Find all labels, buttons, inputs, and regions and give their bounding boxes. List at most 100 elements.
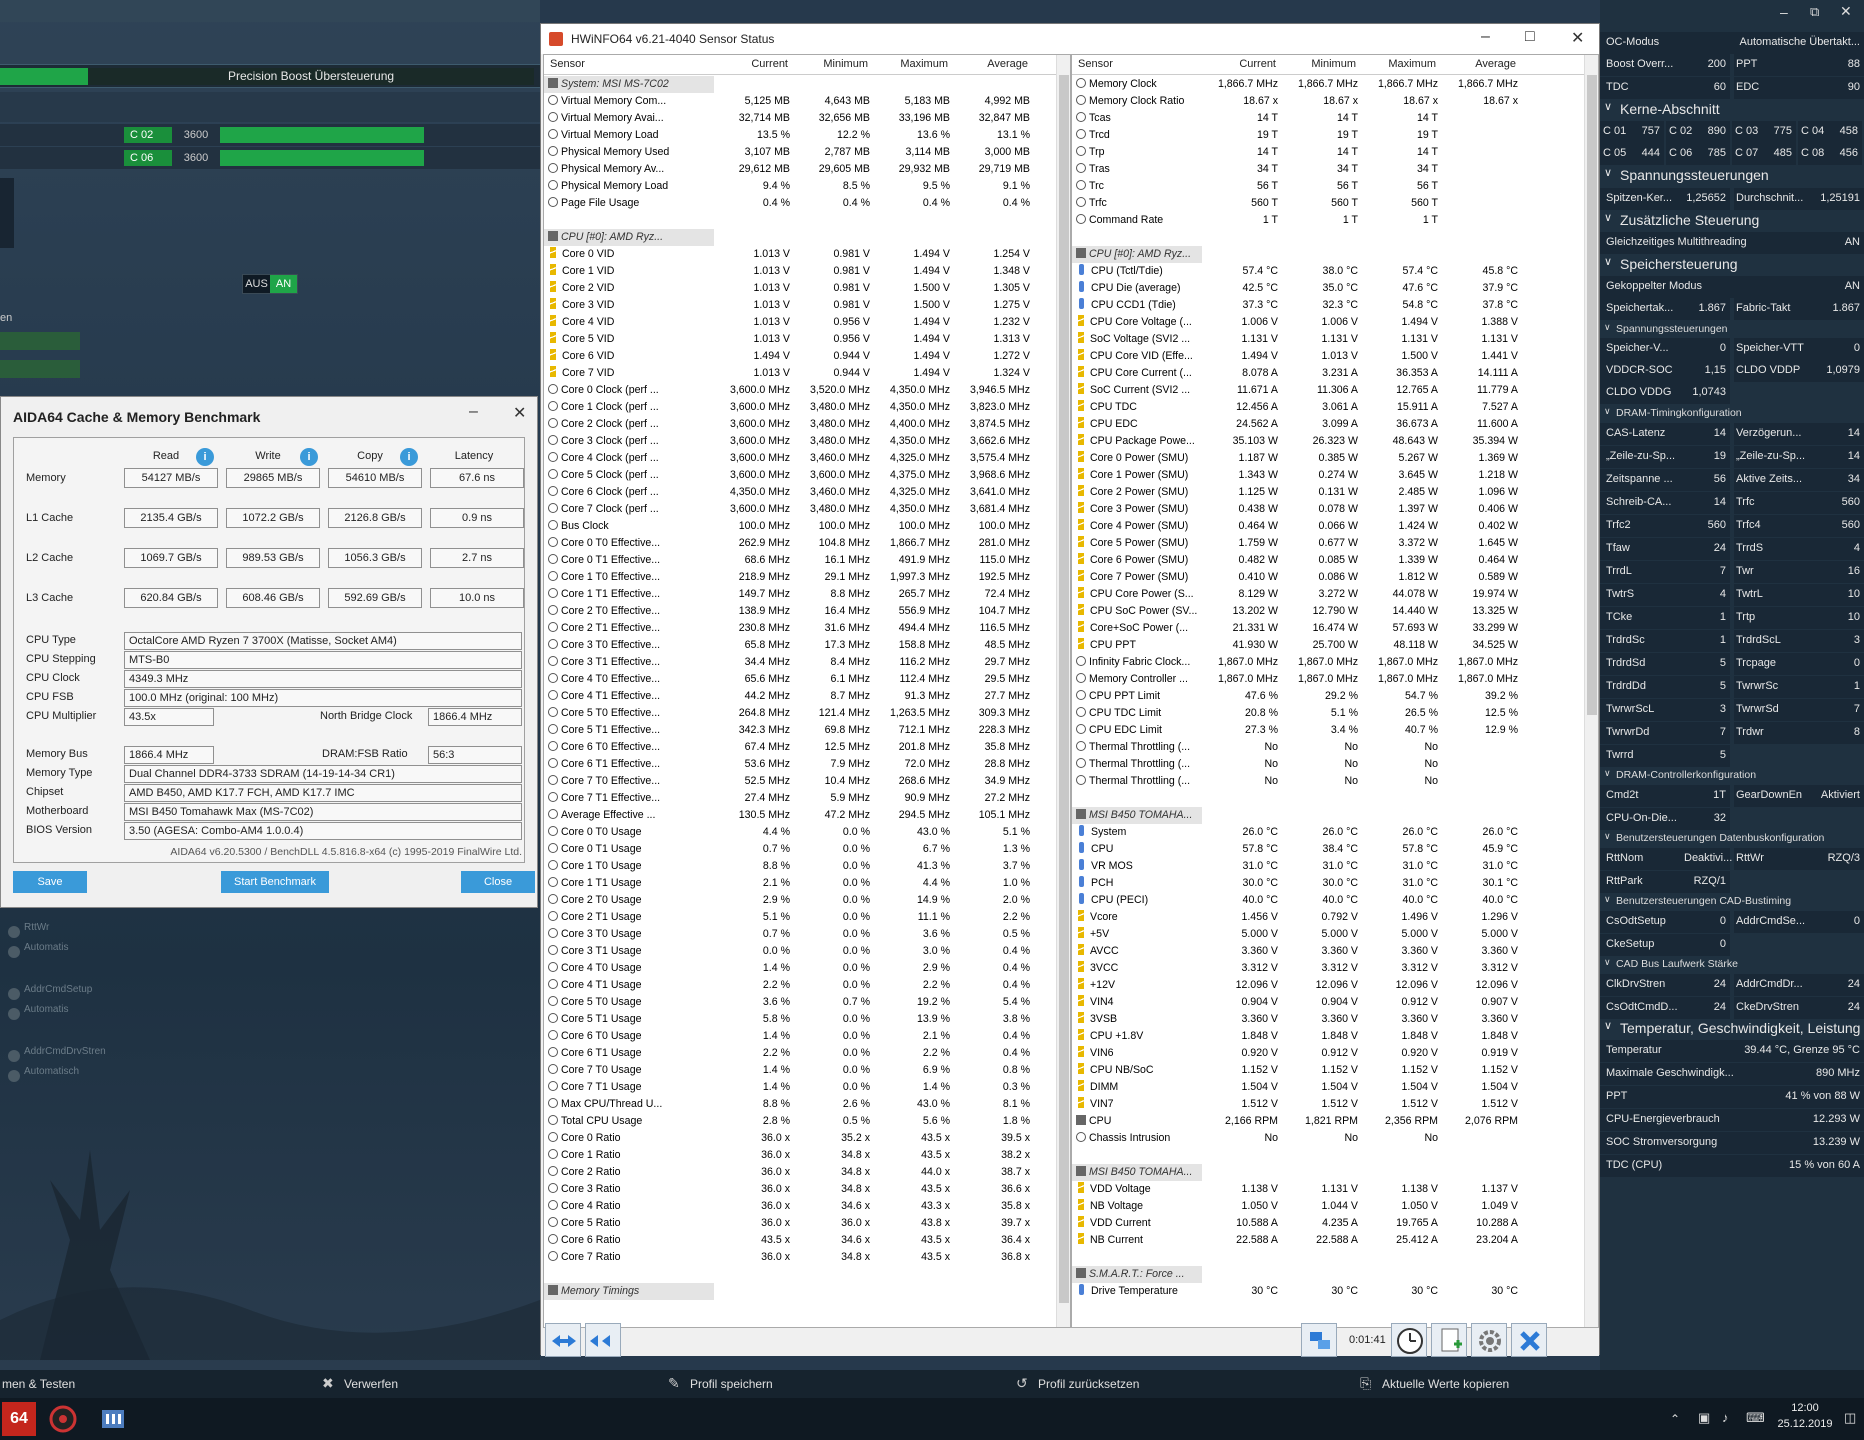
sensor-row[interactable]: Core 1 T1 Usage 2.1 % 0.0 % 4.4 % 1.0 %	[544, 875, 1034, 892]
section-header[interactable]: ∨ Temperatur, Geschwindigkeit, Leistung	[1600, 1018, 1864, 1040]
sensor-row[interactable]: Core 2 Ratio 36.0 x 34.8 x 44.0 x 38.7 x	[544, 1164, 1034, 1181]
setting-row[interactable]: CsOdtCmdD... 24	[1600, 997, 1730, 1019]
sensor-pane-left[interactable]: Sensor Current Minimum Maximum Average S…	[543, 54, 1071, 1328]
setting-row[interactable]: RttPark RZQ/1	[1600, 871, 1730, 893]
sensor-row[interactable]: Core 4 T0 Effective... 65.6 MHz 6.1 MHz 112…	[544, 671, 1034, 688]
sensor-group-header[interactable]: Memory Timings	[544, 1283, 1034, 1300]
close-icon[interactable]: ✕	[1840, 3, 1852, 20]
setting-row[interactable]: CPU-Energieverbrauch 12.293 W	[1600, 1109, 1864, 1131]
core-frequency-cell[interactable]: C 04 458	[1798, 121, 1862, 143]
sensor-row[interactable]: Core 3 T1 Effective... 34.4 MHz 8.4 MHz 116…	[544, 654, 1034, 671]
sensor-row[interactable]: Core 7 T0 Effective... 52.5 MHz 10.4 MHz 26…	[544, 773, 1034, 790]
subsection-header[interactable]: ∨ Benutzersteuerungen CAD-Bustiming	[1600, 892, 1864, 910]
sensor-row[interactable]: Core 0 T0 Effective... 262.9 MHz 104.8 MHz…	[544, 535, 1034, 552]
core-frequency-cell[interactable]: C 06 785	[1666, 143, 1730, 165]
col-minimum[interactable]: Minimum	[794, 58, 868, 70]
setting-row[interactable]: Verzögerun... 14	[1734, 423, 1864, 445]
sensor-row[interactable]: Core 6 Ratio 43.5 x 34.6 x 43.5 x 36.4 x	[544, 1232, 1034, 1249]
sensor-row[interactable]: Core 5 T0 Effective... 264.8 MHz 121.4 MHz…	[544, 705, 1034, 722]
sensor-row[interactable]: Core 6 T1 Usage 2.2 % 0.0 % 2.2 % 0.4 %	[544, 1045, 1034, 1062]
setting-row[interactable]: „Zeile-zu-Sp... 19	[1600, 446, 1730, 468]
sensor-row[interactable]: Core 7 Power (SMU) 0.410 W 0.086 W 1.812 W 0…	[1072, 569, 1522, 586]
sensor-group-header[interactable]: System: MSI MS-7C02	[544, 76, 1034, 93]
tray-network-icon[interactable]: ▣	[1698, 1410, 1710, 1426]
setting-row[interactable]: TrdrdSc 1	[1600, 630, 1730, 652]
sensor-row[interactable]: Core 4 T1 Usage 2.2 % 0.0 % 2.2 % 0.4 %	[544, 977, 1034, 994]
setting-row[interactable]: TwrwrDd 7	[1600, 722, 1730, 744]
sensor-row[interactable]: Core 0 VID 1.013 V 0.981 V 1.494 V 1.254 V	[544, 246, 1034, 263]
setting-row[interactable]: Maximale Geschwindigk... 890 MHz	[1600, 1063, 1864, 1085]
sensor-row[interactable]: Trfc 560 T 560 T 560 T	[1072, 195, 1522, 212]
sensor-group-header[interactable]: S.M.A.R.T.: Force ...	[1072, 1266, 1522, 1283]
core-row-c02[interactable]: C 02 3600	[0, 124, 540, 146]
sensor-row[interactable]: Command Rate 1 T 1 T 1 T	[1072, 212, 1522, 229]
close-icon[interactable]: ✕	[1571, 28, 1584, 48]
subsection-header[interactable]: ∨ DRAM-Timingkonfiguration	[1600, 404, 1864, 422]
sensor-row[interactable]: VDD Current 10.588 A 4.235 A 19.765 A 10.288…	[1072, 1215, 1522, 1232]
sensor-row[interactable]: Thermal Throttling (... No No No	[1072, 739, 1522, 756]
setting-row[interactable]: TwrwrSc 1	[1734, 676, 1864, 698]
setting-row[interactable]: TDC 60	[1600, 77, 1730, 99]
tray-keyboard-icon[interactable]: ⌨	[1746, 1410, 1765, 1426]
sensor-row[interactable]: Core 7 Clock (perf ... 3,600.0 MHz 3,480.0…	[544, 501, 1034, 518]
hwinfo-taskbar-icon[interactable]	[96, 1402, 130, 1436]
minimize-icon[interactable]: –	[1481, 28, 1490, 46]
subsection-header[interactable]: ∨ Spannungssteuerungen	[1600, 320, 1864, 338]
sensor-group-header[interactable]: MSI B450 TOMAHA...	[1072, 807, 1522, 824]
sensor-row[interactable]: CPU +1.8V 1.848 V 1.848 V 1.848 V 1.848 V	[1072, 1028, 1522, 1045]
sensor-row[interactable]: Tcas 14 T 14 T 14 T	[1072, 110, 1522, 127]
sensor-row[interactable]: Core 0 Clock (perf ... 3,600.0 MHz 3,520.0…	[544, 382, 1034, 399]
pbo-bar[interactable]: Precision Boost Übersteuerung	[0, 64, 540, 88]
setting-row[interactable]: Trdwr 8	[1734, 722, 1864, 744]
sensor-row[interactable]: Core 7 T0 Usage 1.4 % 0.0 % 6.9 % 0.8 %	[544, 1062, 1034, 1079]
sensor-row[interactable]: Core 3 Power (SMU) 0.438 W 0.078 W 1.397 W 0…	[1072, 501, 1522, 518]
sensor-row[interactable]: CPU Core Current (... 8.078 A 3.231 A 36.35…	[1072, 365, 1522, 382]
setting-row[interactable]: AddrCmdDr... 24	[1734, 974, 1864, 996]
sensor-row[interactable]: Core 4 Ratio 36.0 x 34.6 x 43.3 x 35.8 x	[544, 1198, 1034, 1215]
sensor-row[interactable]: Core 3 T0 Effective... 65.8 MHz 17.3 MHz 15…	[544, 637, 1034, 654]
sensor-row[interactable]: NB Voltage 1.050 V 1.044 V 1.050 V 1.049 V	[1072, 1198, 1522, 1215]
setting-row[interactable]: CkeDrvStren 24	[1734, 997, 1864, 1019]
save-button[interactable]: Save	[13, 871, 87, 893]
sensor-row[interactable]: Core 4 T1 Effective... 44.2 MHz 8.7 MHz 91.…	[544, 688, 1034, 705]
sensor-row[interactable]: Core 3 T1 Usage 0.0 % 0.0 % 3.0 % 0.4 %	[544, 943, 1034, 960]
sensor-row[interactable]: CPU CCD1 (Tdie) 37.3 °C 32.3 °C 54.8 °C 37.8…	[1072, 297, 1522, 314]
col-average[interactable]: Average	[1442, 58, 1516, 70]
sensor-row[interactable]: VIN4 0.904 V 0.904 V 0.912 V 0.907 V	[1072, 994, 1522, 1011]
aida64-taskbar-icon[interactable]: 64	[2, 1402, 36, 1436]
setting-row[interactable]: TDC (CPU) 15 % von 60 A	[1600, 1155, 1864, 1177]
setting-row[interactable]: Tfaw 24	[1600, 538, 1730, 560]
sensor-row[interactable]: Trp 14 T 14 T 14 T	[1072, 144, 1522, 161]
sensor-row[interactable]: Core 7 T1 Usage 1.4 % 0.0 % 1.4 % 0.3 %	[544, 1079, 1034, 1096]
report-icon[interactable]	[1431, 1323, 1467, 1357]
sensor-row[interactable]: DIMM 1.504 V 1.504 V 1.504 V 1.504 V	[1072, 1079, 1522, 1096]
col-maximum[interactable]: Maximum	[1362, 58, 1436, 70]
setting-row[interactable]: TrrdL 7	[1600, 561, 1730, 583]
col-sensor[interactable]: Sensor	[1078, 58, 1113, 70]
sensor-row[interactable]: CPU Die (average) 42.5 °C 35.0 °C 47.6 °C 37…	[1072, 280, 1522, 297]
sensor-row[interactable]: +5V 5.000 V 5.000 V 5.000 V 5.000 V	[1072, 926, 1522, 943]
sensor-row[interactable]: Memory Controller ... 1,867.0 MHz 1,867.0 …	[1072, 671, 1522, 688]
setting-row[interactable]: Trtp 10	[1734, 607, 1864, 629]
sensor-row[interactable]: Core 1 VID 1.013 V 0.981 V 1.494 V 1.348 V	[544, 263, 1034, 280]
sensor-row[interactable]: SoC Current (SVI2 ... 11.671 A 11.306 A 12.…	[1072, 382, 1522, 399]
discard-button[interactable]: Verwerfen	[344, 1377, 398, 1391]
setting-row[interactable]: Gleichzeitiges Multithreading AN	[1600, 232, 1864, 254]
sensor-row[interactable]: Memory Clock 1,866.7 MHz 1,866.7 MHz 1,866.…	[1072, 76, 1522, 93]
col-current[interactable]: Current	[714, 58, 788, 70]
sensor-row[interactable]: Core 4 VID 1.013 V 0.956 V 1.494 V 1.232 V	[544, 314, 1034, 331]
sensor-row[interactable]: VIN7 1.512 V 1.512 V 1.512 V 1.512 V	[1072, 1096, 1522, 1113]
sensor-row[interactable]: Core 0 T1 Usage 0.7 % 0.0 % 6.7 % 1.3 %	[544, 841, 1034, 858]
save-profile-button[interactable]: Profil speichern	[690, 1377, 773, 1391]
sensor-row[interactable]: Core 2 T1 Usage 5.1 % 0.0 % 11.1 % 2.2 %	[544, 909, 1034, 926]
setting-row[interactable]: Speichertak... 1.867	[1600, 298, 1730, 320]
sensor-row[interactable]: Core 1 Clock (perf ... 3,600.0 MHz 3,480.0…	[544, 399, 1034, 416]
setting-row[interactable]: TwrwrScL 3	[1600, 699, 1730, 721]
sensor-row[interactable]: Core+SoC Power (... 21.331 W 16.474 W 57.69…	[1072, 620, 1522, 637]
sensor-row[interactable]: Core 1 T0 Usage 8.8 % 0.0 % 41.3 % 3.7 %	[544, 858, 1034, 875]
setting-row[interactable]: CLDO VDDG 1,0743	[1600, 382, 1730, 404]
sensor-row[interactable]: CPU NB/SoC 1.152 V 1.152 V 1.152 V 1.152 V	[1072, 1062, 1522, 1079]
sensor-row[interactable]: PCH 30.0 °C 30.0 °C 31.0 °C 30.1 °C	[1072, 875, 1522, 892]
setting-row[interactable]: Twr 16	[1734, 561, 1864, 583]
reset-profile-button[interactable]: Profil zurücksetzen	[1038, 1377, 1139, 1391]
